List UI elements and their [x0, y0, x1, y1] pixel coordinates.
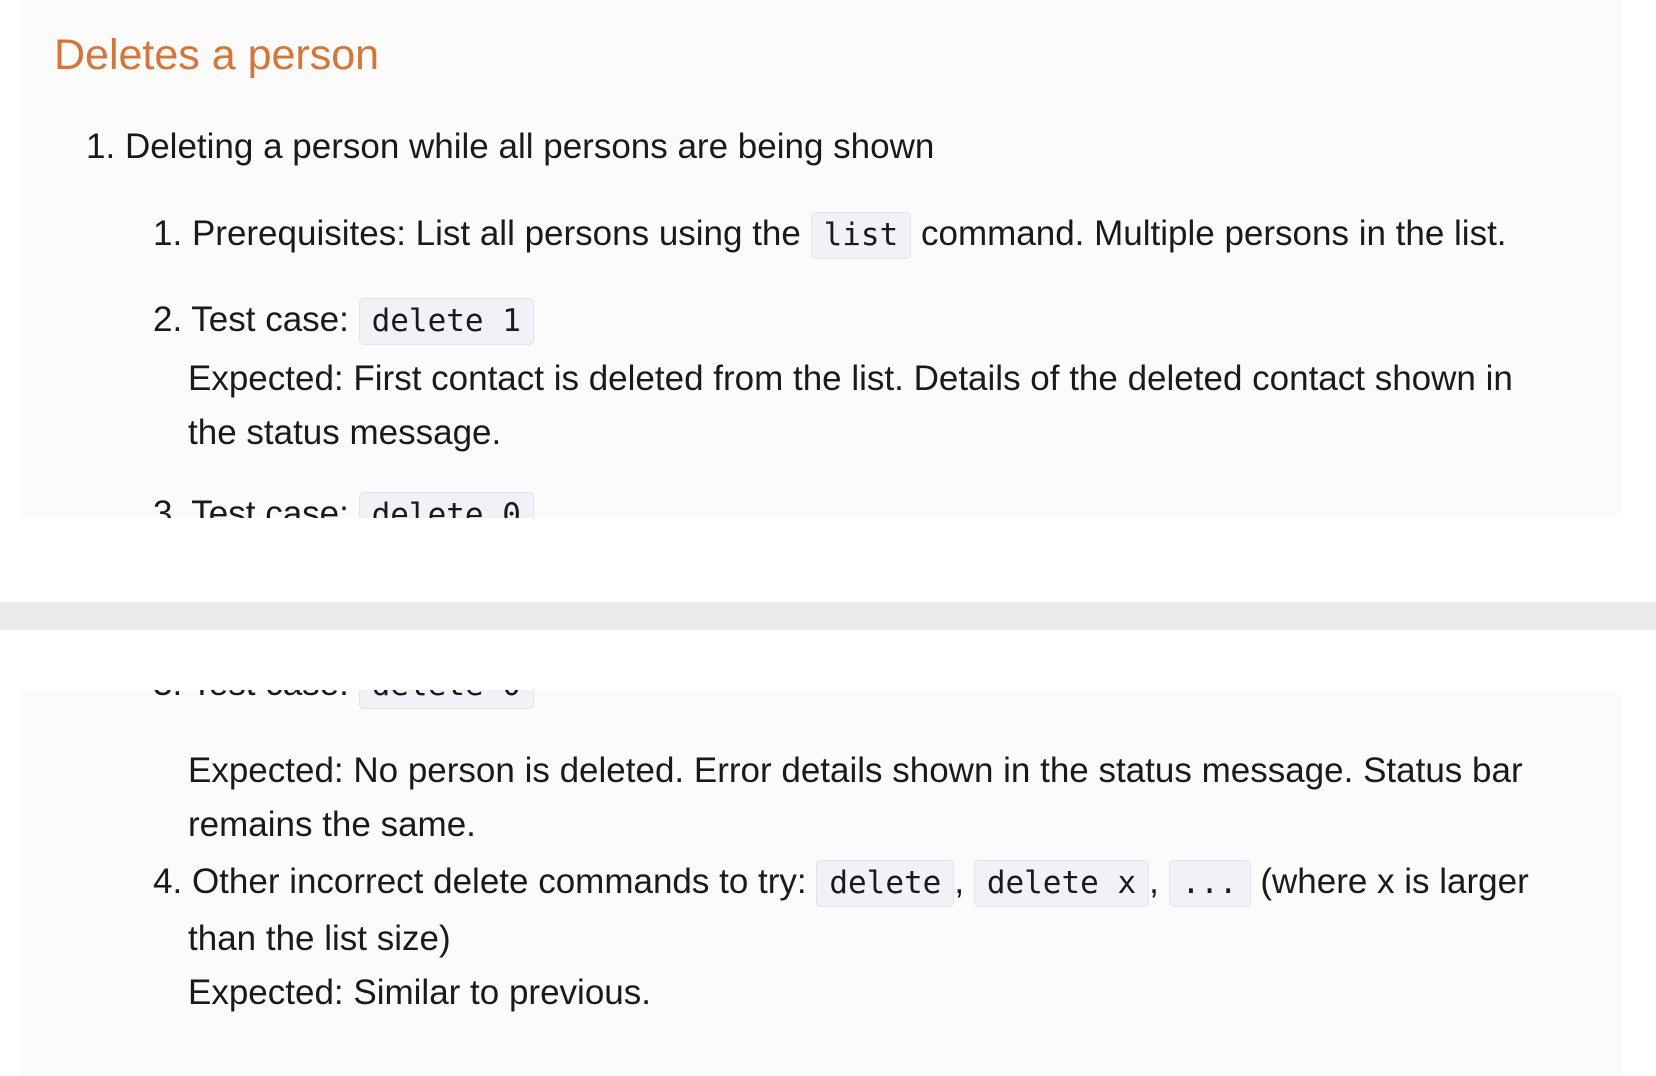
section-heading: Deletes a person — [54, 31, 380, 79]
expected-text: Expected: First contact is deleted from … — [188, 359, 1513, 398]
expected-text-continued: remains the same. — [188, 805, 476, 844]
top-panel: Deletes a person 1. Deleting a person wh… — [20, 0, 1622, 518]
prerequisites-text: Prerequisites: List all persons using th… — [191, 213, 801, 253]
list-item-other-commands: 4. Other incorrect delete commands to tr… — [153, 860, 1529, 908]
test-case-label: Test case: — [191, 690, 349, 703]
other-commands-continued: than the list size) — [188, 919, 451, 958]
test-case-label: Test case: — [191, 493, 349, 518]
comma: , — [1149, 861, 1159, 901]
code-delete-0: delete 0 — [358, 492, 534, 518]
capture-separator — [0, 602, 1656, 630]
list-number: 1. — [86, 127, 116, 166]
code-ellipsis: ... — [1168, 860, 1251, 908]
list-number: 1. — [153, 213, 183, 253]
code-delete-1: delete 1 — [358, 298, 534, 346]
test-case-label: Test case: — [191, 299, 349, 339]
list-item-test-case-3-bottom-half: 3. Test case: delete 0 — [153, 690, 534, 710]
list-number: 4. — [153, 861, 183, 901]
code-delete: delete — [816, 860, 955, 908]
code-list: list — [810, 212, 912, 260]
outer-list-item: 1. Deleting a person while all persons a… — [86, 126, 934, 168]
list-item-prerequisites: 1. Prerequisites: List all persons using… — [153, 212, 1507, 260]
list-number: 2. — [153, 299, 183, 339]
code-delete-x: delete x — [973, 860, 1150, 908]
list-item-test-case-2: 2. Test case: delete 1 — [153, 298, 534, 346]
list-item-test-case-3-top-half: 3. Test case: delete 0 — [153, 492, 534, 518]
other-commands-suffix: (where x is larger — [1260, 861, 1529, 901]
expected-text: Expected: No person is deleted. Error de… — [188, 751, 1523, 790]
comma: , — [954, 861, 965, 901]
code-delete-0: delete 0 — [358, 690, 534, 710]
expected-text-continued: the status message. — [188, 413, 502, 452]
list-number: 3. — [153, 690, 182, 703]
list-number: 3. — [153, 493, 183, 518]
other-commands-text: Other incorrect delete commands to try: — [191, 861, 807, 901]
prerequisites-suffix: command. Multiple persons in the list. — [921, 213, 1507, 253]
list-item-text: Deleting a person while all persons are … — [124, 127, 935, 166]
bottom-panel: 3. Test case: delete 0 Expected: No pers… — [20, 690, 1622, 1076]
expected-text: Expected: Similar to previous. — [188, 973, 651, 1012]
